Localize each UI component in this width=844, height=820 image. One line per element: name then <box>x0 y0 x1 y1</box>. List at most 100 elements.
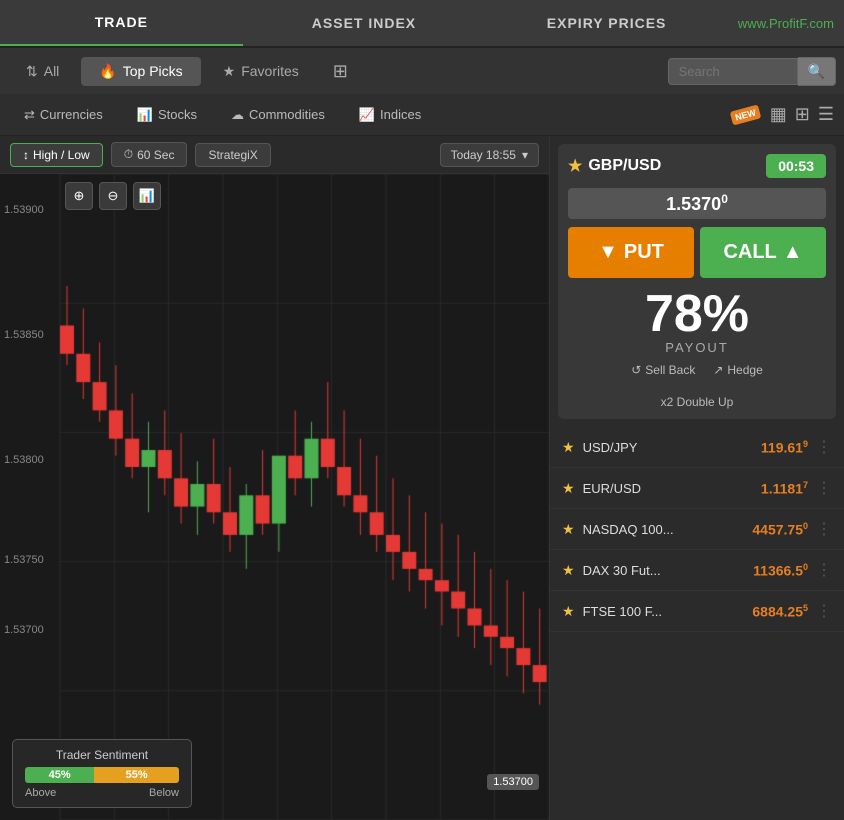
inst-star-icon[interactable]: ★ <box>562 562 575 579</box>
inst-star-icon[interactable]: ★ <box>562 603 575 620</box>
cat-indices[interactable]: 📈 Indices <box>345 102 435 128</box>
nav-expiry-prices[interactable]: EXPIRY PRICES <box>485 0 728 46</box>
screen-toggle-icon[interactable]: ⊞ <box>333 61 348 82</box>
commodities-icon: ☁ <box>231 107 244 123</box>
tab-top-picks[interactable]: 🔥 Top Picks <box>81 57 200 86</box>
stocks-icon: 📊 <box>137 107 153 123</box>
main-content: ↕ High / Low ⏱ 60 Sec StrategiX Today 18… <box>0 136 844 820</box>
instrument-price: 11366.50 <box>753 562 808 579</box>
list-item[interactable]: ★ EUR/USD 1.11817 ⋮ <box>550 468 844 509</box>
instrument-menu-icon[interactable]: ⋮ <box>816 601 832 621</box>
y-label-1: 1.53900 <box>4 204 44 216</box>
list-item[interactable]: ★ NASDAQ 100... 4457.750 ⋮ <box>550 509 844 550</box>
y-label-2: 1.53850 <box>4 329 44 341</box>
y-label-5: 1.53700 <box>4 624 44 636</box>
sentiment-above-label: Above <box>25 787 56 799</box>
clock-icon: ⏱ <box>124 147 133 162</box>
grid-view-icon[interactable]: ▦ <box>770 104 787 125</box>
pair-star-icon[interactable]: ★ <box>568 156 582 176</box>
instrument-name: USD/JPY <box>583 440 761 455</box>
time-selector[interactable]: Today 18:55 ▾ <box>440 143 539 167</box>
sentiment-title: Trader Sentiment <box>25 748 179 762</box>
high-low-btn[interactable]: ↕ High / Low <box>10 143 103 167</box>
left-panel: ↕ High / Low ⏱ 60 Sec StrategiX Today 18… <box>0 136 549 820</box>
sentiment-below-label: Below <box>149 787 179 799</box>
view-icons: ▦ ⊞ ☰ <box>770 104 834 125</box>
current-price-display: 1.53700 <box>568 188 826 219</box>
list-item[interactable]: ★ FTSE 100 F... 6884.255 ⋮ <box>550 591 844 632</box>
widget-actions: ↺ Sell Back ↗ Hedge x2 Double Up <box>568 363 826 409</box>
nav-trade[interactable]: TRADE <box>0 0 243 46</box>
instrument-menu-icon[interactable]: ⋮ <box>816 437 832 457</box>
search-button[interactable]: 🔍 <box>798 57 836 86</box>
fire-icon: 🔥 <box>99 63 116 80</box>
instrument-name: DAX 30 Fut... <box>583 563 754 578</box>
sentiment-below-bar: 55% <box>94 767 179 783</box>
hedge-icon: ↗ <box>713 363 723 377</box>
sentiment-bar: 45% 55% <box>25 767 179 783</box>
filter-icon: ⇅ <box>26 63 38 80</box>
instrument-price: 119.619 <box>761 439 808 456</box>
tab-bar: ⇅ All 🔥 Top Picks ★ Favorites ⊞ 🔍 <box>0 48 844 94</box>
list-view-icon[interactable]: ☰ <box>818 104 834 125</box>
chart-type-icon[interactable]: 📊 <box>133 182 161 210</box>
sentiment-above-bar: 45% <box>25 767 94 783</box>
chart-area: 1.53900 1.53850 1.53800 1.53750 1.53700 … <box>0 174 549 820</box>
right-panel: ★ GBP/USD 00:53 1.53700 ▼ PUT CALL ▲ <box>549 136 844 820</box>
refresh-icon: ↺ <box>631 363 641 377</box>
put-arrow-icon: ▼ <box>598 241 618 264</box>
inst-star-icon[interactable]: ★ <box>562 480 575 497</box>
put-button[interactable]: ▼ PUT <box>568 227 694 278</box>
zoom-in-icon[interactable]: ⊕ <box>65 182 93 210</box>
y-label-3: 1.53800 <box>4 454 44 466</box>
current-price-label: 1.53700 <box>487 774 539 790</box>
chevron-down-icon: ▾ <box>522 148 528 162</box>
instrument-menu-icon[interactable]: ⋮ <box>816 478 832 498</box>
instrument-price: 4457.750 <box>752 521 808 538</box>
y-label-4: 1.53750 <box>4 554 44 566</box>
duration-btn[interactable]: ⏱ 60 Sec <box>111 142 188 167</box>
widget-header: ★ GBP/USD 00:53 <box>568 154 826 178</box>
currency-pair: ★ GBP/USD <box>568 156 661 176</box>
star-icon: ★ <box>223 63 236 80</box>
sell-back-btn[interactable]: ↺ Sell Back <box>631 363 695 377</box>
countdown-timer: 00:53 <box>766 154 826 178</box>
tile-view-icon[interactable]: ⊞ <box>795 104 810 125</box>
nav-external-link[interactable]: www.ProfitF.com <box>728 16 844 31</box>
inst-star-icon[interactable]: ★ <box>562 521 575 538</box>
payout-label: PAYOUT <box>568 340 826 355</box>
search-bar: 🔍 <box>668 57 836 86</box>
category-bar: ⇄ Currencies 📊 Stocks ☁ Commodities 📈 In… <box>0 94 844 136</box>
cat-stocks[interactable]: 📊 Stocks <box>123 102 211 128</box>
trader-sentiment: Trader Sentiment 45% 55% Above Below <box>12 739 192 808</box>
price-chart <box>0 174 549 820</box>
actions-row-1: ↺ Sell Back ↗ Hedge <box>631 363 763 377</box>
cat-commodities[interactable]: ☁ Commodities <box>217 102 339 128</box>
strategy-btn[interactable]: StrategiX <box>195 143 270 167</box>
cat-currencies[interactable]: ⇄ Currencies <box>10 102 117 128</box>
instrument-name: FTSE 100 F... <box>583 604 753 619</box>
instrument-price: 1.11817 <box>761 480 808 497</box>
tab-all[interactable]: ⇅ All <box>8 57 77 86</box>
chart-controls: ↕ High / Low ⏱ 60 Sec StrategiX Today 18… <box>0 136 549 174</box>
inst-star-icon[interactable]: ★ <box>562 439 575 456</box>
list-item[interactable]: ★ DAX 30 Fut... 11366.50 ⋮ <box>550 550 844 591</box>
double-up-btn[interactable]: x2 Double Up <box>661 395 734 409</box>
top-nav: TRADE ASSET INDEX EXPIRY PRICES www.Prof… <box>0 0 844 48</box>
highlow-icon: ↕ <box>23 148 29 162</box>
nav-asset-index[interactable]: ASSET INDEX <box>243 0 486 46</box>
chart-tools: ⊕ ⊖ 📊 <box>65 182 161 210</box>
instrument-menu-icon[interactable]: ⋮ <box>816 560 832 580</box>
call-button[interactable]: CALL ▲ <box>700 227 826 278</box>
instrument-name: EUR/USD <box>583 481 761 496</box>
zoom-out-icon[interactable]: ⊖ <box>99 182 127 210</box>
search-input[interactable] <box>668 58 798 85</box>
instrument-menu-icon[interactable]: ⋮ <box>816 519 832 539</box>
call-arrow-icon: ▲ <box>783 241 803 264</box>
put-call-buttons: ▼ PUT CALL ▲ <box>568 227 826 278</box>
cat-right-controls: NEW ▦ ⊞ ☰ <box>731 104 834 125</box>
hedge-btn[interactable]: ↗ Hedge <box>713 363 762 377</box>
payout-percent: 78% <box>568 288 826 340</box>
tab-favorites[interactable]: ★ Favorites <box>205 57 317 86</box>
list-item[interactable]: ★ USD/JPY 119.619 ⋮ <box>550 427 844 468</box>
